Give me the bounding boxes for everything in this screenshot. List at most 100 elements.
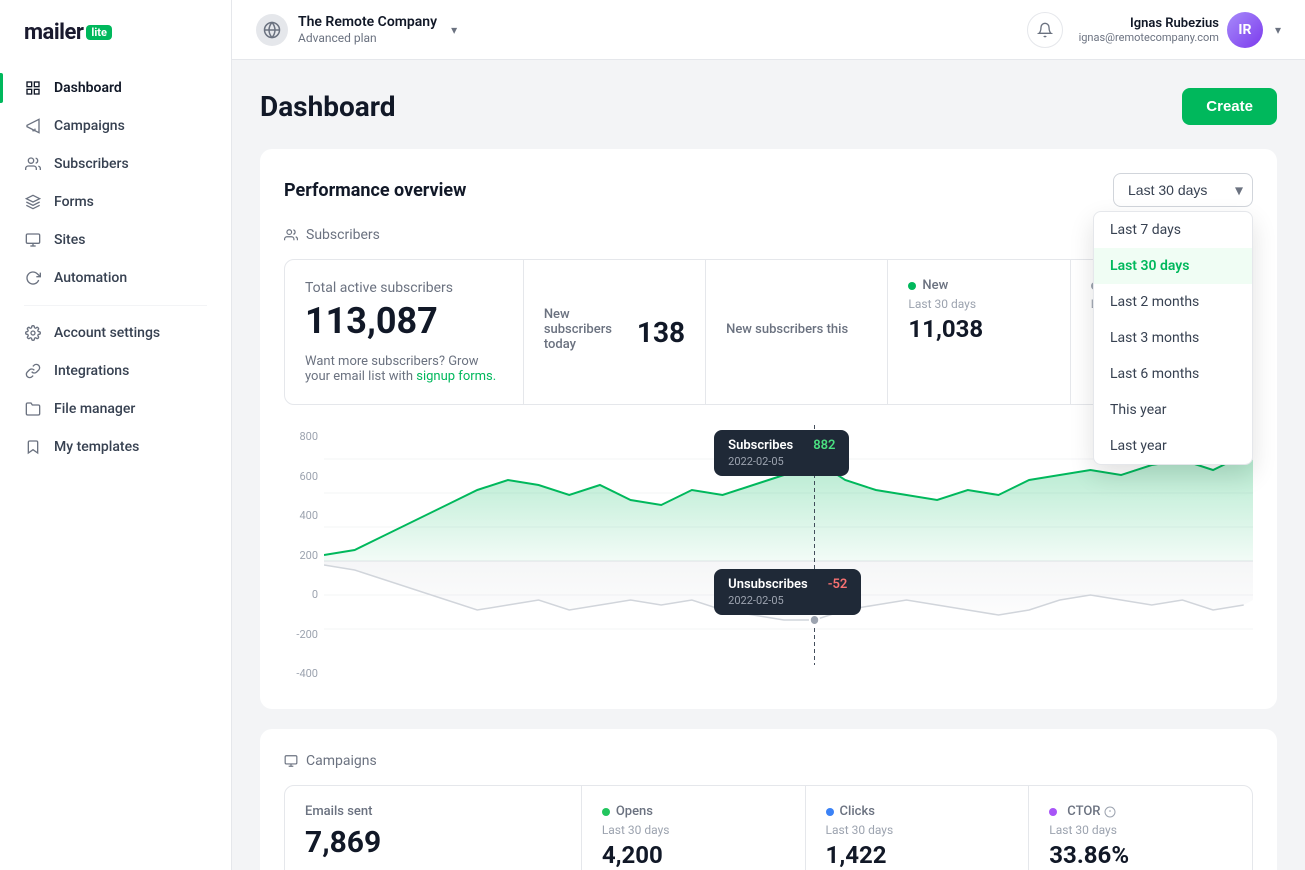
- sidebar-item-file-manager-label: File manager: [54, 401, 135, 417]
- logo-area: mailerlite: [0, 0, 231, 69]
- sidebar: mailerlite Dashboard Campaigns Subscribe…: [0, 0, 232, 870]
- ctor-info-icon: [1104, 806, 1116, 818]
- chart-y-labels: 800 600 400 200 0 -200 -400: [284, 425, 324, 685]
- y-label-0: 0: [284, 588, 324, 601]
- opens-value: 4,200: [602, 841, 785, 869]
- emails-sent-cell: Emails sent 7,869: [285, 786, 582, 870]
- sidebar-item-account-settings[interactable]: Account settings: [0, 314, 231, 352]
- period-dropdown-wrapper: Last 7 days Last 30 days Last 2 months L…: [1113, 173, 1253, 207]
- link-icon: [24, 362, 42, 380]
- user-details: Ignas Rubezius ignas@remotecompany.com: [1079, 16, 1219, 44]
- dropdown-item-last2months[interactable]: Last 2 months: [1094, 284, 1252, 320]
- emails-sent-label: Emails sent: [305, 804, 561, 819]
- sidebar-item-forms-label: Forms: [54, 194, 94, 210]
- total-subscribers-cell: Total active subscribers 113,087 Want mo…: [285, 260, 524, 404]
- new-today-value: 138: [637, 316, 685, 349]
- sidebar-item-sites[interactable]: Sites: [0, 221, 231, 259]
- sidebar-item-dashboard[interactable]: Dashboard: [0, 69, 231, 107]
- y-label-800: 800: [284, 430, 324, 443]
- sidebar-nav: Dashboard Campaigns Subscribers Forms: [0, 69, 231, 466]
- signup-prompt: Want more subscribers? Grow your email l…: [305, 354, 503, 384]
- logo: mailerlite: [24, 20, 112, 45]
- y-label-200: 200: [284, 549, 324, 562]
- user-info[interactable]: Ignas Rubezius ignas@remotecompany.com I…: [1079, 12, 1281, 48]
- clicks-label: Clicks: [840, 804, 875, 819]
- logo-badge: lite: [86, 25, 112, 40]
- sidebar-item-campaigns-label: Campaigns: [54, 118, 125, 134]
- new-dot: [908, 282, 916, 290]
- total-subscribers-label: Total active subscribers: [305, 280, 503, 296]
- sidebar-item-automation-label: Automation: [54, 270, 127, 286]
- ctor-dot: [1049, 808, 1057, 816]
- y-label-neg400: -400: [284, 667, 324, 680]
- sidebar-item-forms[interactable]: Forms: [0, 183, 231, 221]
- company-plan: Advanced plan: [298, 31, 437, 47]
- clicks-value: 1,422: [826, 841, 1009, 869]
- period-dropdown[interactable]: Last 7 days Last 30 days Last 2 months L…: [1113, 173, 1253, 207]
- user-chevron-icon: ▾: [1275, 23, 1281, 37]
- user-email: ignas@remotecompany.com: [1079, 31, 1219, 44]
- total-subscribers-value: 113,087: [305, 300, 503, 342]
- performance-card: Performance overview Last 7 days Last 30…: [260, 149, 1277, 709]
- campaigns-stats-row: Emails sent 7,869 Opens Last 30 days 4,2…: [284, 785, 1253, 870]
- company-globe-icon: [256, 14, 288, 46]
- dropdown-item-last6months[interactable]: Last 6 months: [1094, 356, 1252, 392]
- ctor-period: Last 30 days: [1049, 823, 1232, 837]
- clicks-cell: Clicks Last 30 days 1,422: [806, 786, 1030, 870]
- campaigns-icon: [284, 754, 298, 768]
- campaigns-sub-header: Campaigns: [284, 753, 1253, 769]
- logo-text: mailer: [24, 20, 83, 45]
- dropdown-item-lastyear[interactable]: Last year: [1094, 428, 1252, 464]
- subscribers-sub-label: Subscribers: [306, 227, 380, 243]
- opens-label: Opens: [616, 804, 653, 819]
- user-name: Ignas Rubezius: [1079, 16, 1219, 31]
- grid-icon: [24, 79, 42, 97]
- dropdown-item-last30[interactable]: Last 30 days: [1094, 248, 1252, 284]
- dropdown-item-last7[interactable]: Last 7 days: [1094, 212, 1252, 248]
- topbar: The Remote Company Advanced plan ▾ Ignas…: [232, 0, 1305, 60]
- new-period: Last 30 days: [908, 297, 1049, 311]
- bookmark-icon: [24, 438, 42, 456]
- refresh-icon: [24, 269, 42, 287]
- sidebar-item-integrations-label: Integrations: [54, 363, 129, 379]
- sidebar-item-my-templates[interactable]: My templates: [0, 428, 231, 466]
- sidebar-item-campaigns[interactable]: Campaigns: [0, 107, 231, 145]
- new-subscribers-cell: New subscribers this: [706, 260, 888, 404]
- opens-period: Last 30 days: [602, 823, 785, 837]
- emails-sent-value: 7,869: [305, 825, 561, 860]
- avatar: IR: [1227, 12, 1263, 48]
- performance-header: Performance overview Last 7 days Last 30…: [284, 173, 1253, 207]
- ctor-cell: CTOR Last 30 days 33.86%: [1029, 786, 1252, 870]
- new-value: 11,038: [908, 315, 1049, 343]
- company-selector[interactable]: The Remote Company Advanced plan ▾: [256, 13, 457, 47]
- main-content: The Remote Company Advanced plan ▾ Ignas…: [232, 0, 1305, 870]
- layers-icon: [24, 193, 42, 211]
- company-name: The Remote Company: [298, 13, 437, 31]
- sidebar-item-file-manager[interactable]: File manager: [0, 390, 231, 428]
- sidebar-item-integrations[interactable]: Integrations: [0, 352, 231, 390]
- y-label-neg200: -200: [284, 628, 324, 641]
- notifications-button[interactable]: [1027, 12, 1063, 48]
- signup-link[interactable]: signup forms.: [416, 369, 496, 384]
- settings-icon: [24, 324, 42, 342]
- users-icon: [24, 155, 42, 173]
- page-header: Dashboard Create: [260, 88, 1277, 125]
- monitor-icon: [24, 231, 42, 249]
- page-content: Dashboard Create Performance overview La…: [232, 60, 1305, 870]
- create-button[interactable]: Create: [1182, 88, 1277, 125]
- sidebar-item-subscribers[interactable]: Subscribers: [0, 145, 231, 183]
- sidebar-item-automation[interactable]: Automation: [0, 259, 231, 297]
- subscribers-icon: [284, 228, 298, 242]
- new-month-label: New subscribers this: [726, 322, 848, 337]
- chevron-down-icon: ▾: [451, 23, 457, 37]
- new-label: New: [922, 278, 948, 293]
- y-label-400: 400: [284, 509, 324, 522]
- sidebar-item-dashboard-label: Dashboard: [54, 80, 122, 96]
- dropdown-item-thisyear[interactable]: This year: [1094, 392, 1252, 428]
- dropdown-item-last3months[interactable]: Last 3 months: [1094, 320, 1252, 356]
- opens-dot: [602, 808, 610, 816]
- megaphone-icon: [24, 117, 42, 135]
- performance-title: Performance overview: [284, 180, 466, 201]
- sidebar-item-sites-label: Sites: [54, 232, 85, 248]
- sidebar-item-my-templates-label: My templates: [54, 439, 139, 455]
